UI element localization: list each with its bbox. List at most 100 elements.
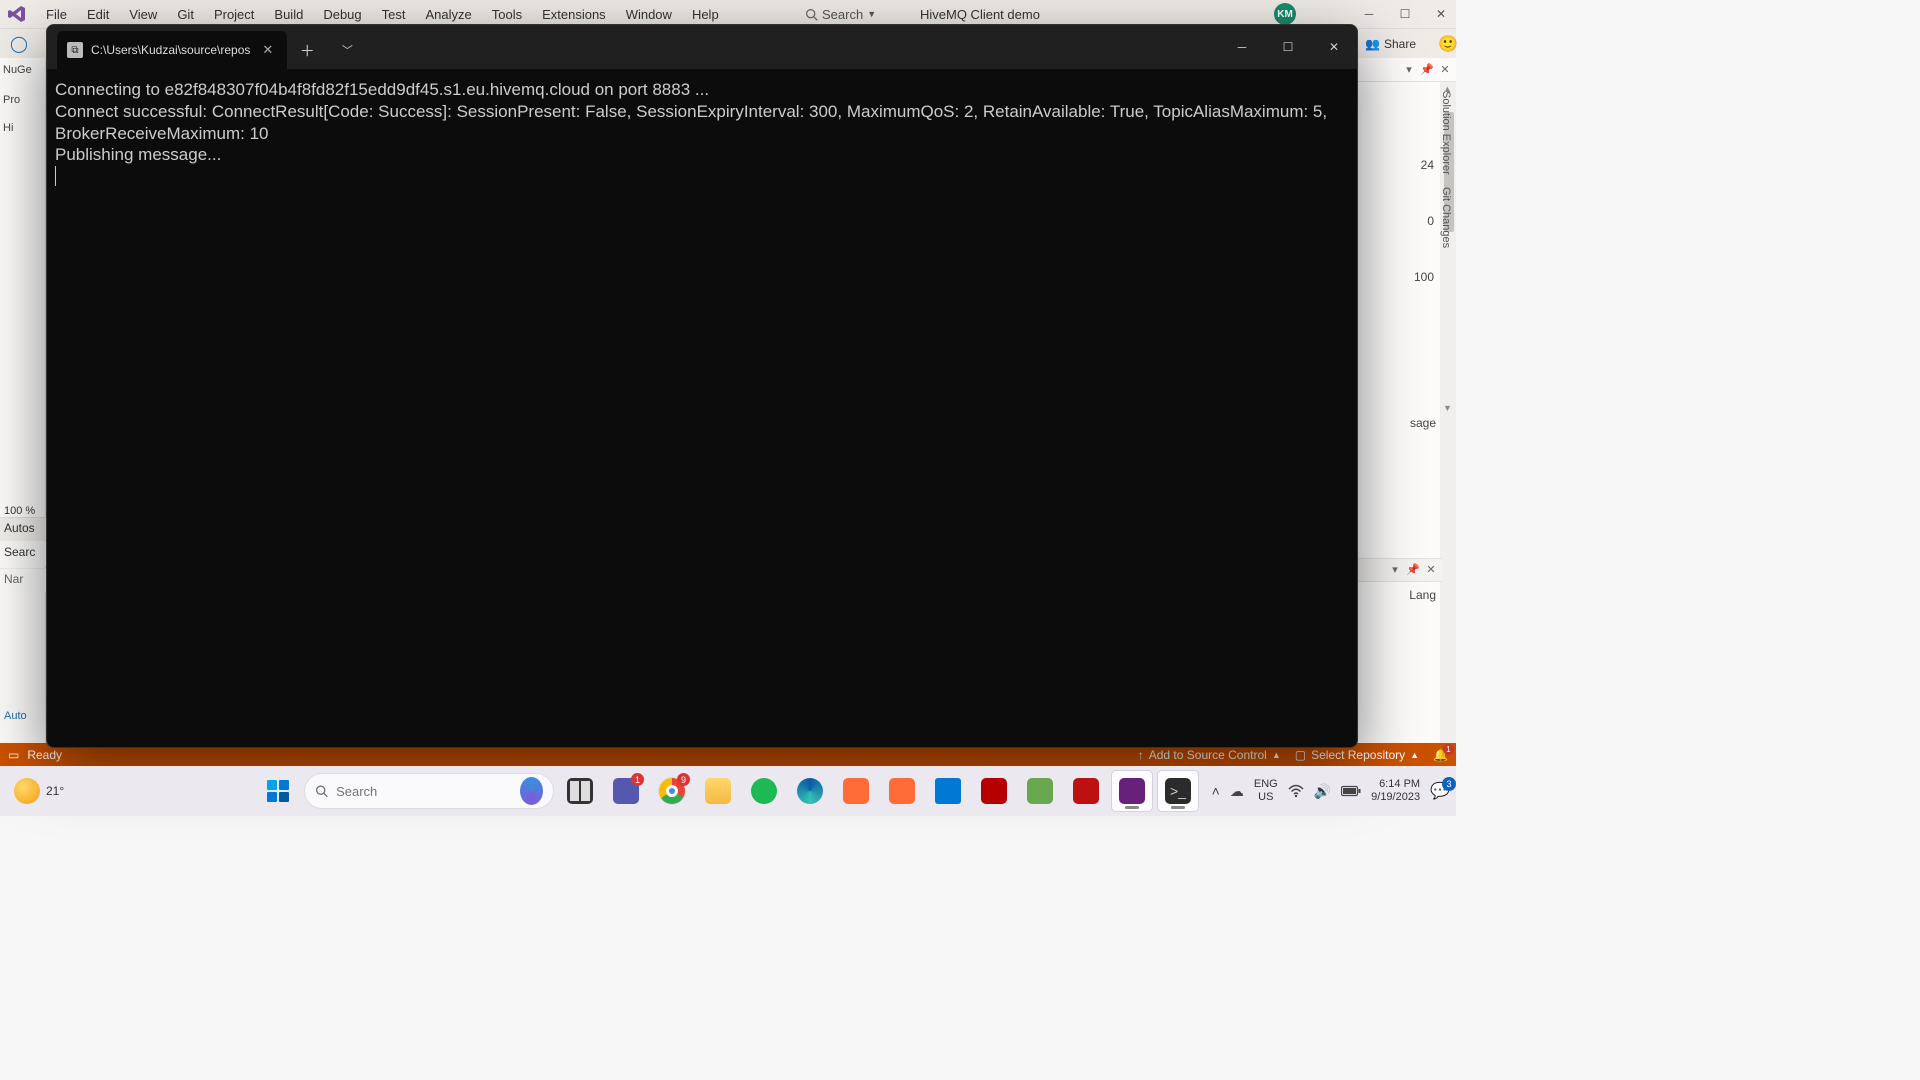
taskbar-search-input[interactable]: [336, 784, 512, 799]
task-view-button[interactable]: [560, 771, 600, 811]
new-tab-button[interactable]: ＋: [287, 31, 327, 69]
vs-close-button[interactable]: ✕: [1432, 7, 1450, 21]
program-tab[interactable]: Pro: [0, 88, 45, 112]
filezilla-icon: [981, 778, 1007, 804]
notification-count: 3: [1442, 777, 1456, 791]
terminal-tab[interactable]: ⧉ C:\Users\Kudzai\source\repos ✕: [57, 31, 287, 69]
volume-icon[interactable]: 🔊: [1314, 783, 1331, 800]
line-number: 0: [1427, 214, 1434, 228]
menu-project[interactable]: Project: [204, 5, 264, 24]
plus-up-icon: ↑: [1138, 748, 1144, 762]
panel2-pin-icon[interactable]: 📌: [1406, 563, 1420, 577]
menu-git[interactable]: Git: [167, 5, 204, 24]
edge-icon: [797, 778, 823, 804]
terminal-cursor: [55, 166, 56, 186]
notifications-bell-button[interactable]: 🔔 1: [1433, 748, 1448, 762]
wifi-icon[interactable]: [1288, 784, 1304, 798]
teams-badge: 1: [631, 773, 644, 786]
postman-app[interactable]: [836, 771, 876, 811]
side-tab-git-changes[interactable]: Git Changes: [1438, 181, 1454, 254]
terminal-close-button[interactable]: ✕: [1311, 25, 1357, 69]
menu-window[interactable]: Window: [616, 5, 682, 24]
tab-dropdown-button[interactable]: ﹀: [327, 31, 367, 69]
nuget-tab[interactable]: NuGe: [0, 58, 45, 82]
panel-fragment-sage: sage: [1410, 416, 1436, 430]
panel-pin-icon[interactable]: 📌: [1420, 63, 1434, 77]
share-icon: 👥: [1365, 37, 1380, 51]
menu-edit[interactable]: Edit: [77, 5, 119, 24]
spotify-app[interactable]: [744, 771, 784, 811]
line-number: 100: [1414, 270, 1434, 284]
panel2-dropdown-icon[interactable]: ▾: [1388, 563, 1402, 577]
menu-tools[interactable]: Tools: [482, 5, 532, 24]
nav-back-icon[interactable]: ◯: [10, 34, 28, 54]
vs-quick-search[interactable]: Search ▼: [805, 7, 876, 22]
windows-taskbar: 21° 1 9 >_ ˄ ☁ ENG US: [0, 766, 1456, 816]
menu-help[interactable]: Help: [682, 5, 729, 24]
add-source-control-button[interactable]: ↑ Add to Source Control ▲: [1138, 748, 1281, 762]
vs-window-title: HiveMQ Client demo: [920, 7, 1040, 22]
teams-app[interactable]: 1: [606, 771, 646, 811]
start-button[interactable]: [258, 771, 298, 811]
terminal-tab-title: C:\Users\Kudzai\source\repos: [91, 43, 250, 57]
vs-maximize-button[interactable]: ☐: [1396, 7, 1414, 21]
tab-close-icon[interactable]: ✕: [258, 40, 277, 60]
tray-overflow-button[interactable]: ˄: [1212, 783, 1220, 799]
vs-feedback-icon[interactable]: 🙂: [1438, 34, 1456, 54]
vs-left-gutter: NuGe Pro Hi 100 %: [0, 58, 46, 751]
app-2[interactable]: [882, 771, 922, 811]
menu-analyze[interactable]: Analyze: [415, 5, 481, 24]
panel2-close-icon[interactable]: ✕: [1424, 563, 1438, 577]
select-repository-button[interactable]: ▢ Select Repository ▲: [1295, 748, 1419, 762]
menu-debug[interactable]: Debug: [313, 5, 371, 24]
terminal-output[interactable]: Connecting to e82f848307f04b4f8fd82f15ed…: [47, 69, 1357, 747]
app-icon: [889, 778, 915, 804]
terminal-maximize-button[interactable]: ☐: [1265, 25, 1311, 69]
menu-file[interactable]: File: [36, 5, 77, 24]
explorer-app[interactable]: [698, 771, 738, 811]
status-output-icon[interactable]: ▭: [8, 748, 19, 762]
autos-tab-link[interactable]: Auto: [0, 708, 46, 728]
terminal-minimize-button[interactable]: ─: [1219, 25, 1265, 69]
repo-icon: ▢: [1295, 748, 1306, 762]
visual-studio-app[interactable]: [1112, 771, 1152, 811]
visualstudio-icon: [1119, 778, 1145, 804]
scroll-down-icon[interactable]: ▼: [1443, 403, 1452, 413]
hivemq-tab[interactable]: Hi: [0, 116, 45, 140]
menu-test[interactable]: Test: [372, 5, 416, 24]
search-label: Search: [822, 7, 863, 22]
vs-minimize-button[interactable]: ─: [1360, 7, 1378, 21]
spotify-icon: [751, 778, 777, 804]
taskbar-search[interactable]: [304, 773, 554, 809]
locals-search[interactable]: Searc: [0, 542, 46, 566]
vs-share-button[interactable]: 👥 Share: [1365, 37, 1416, 51]
copilot-icon[interactable]: [520, 777, 543, 805]
name-column-header: Nar: [0, 568, 46, 592]
vscode-app[interactable]: [928, 771, 968, 811]
onedrive-icon[interactable]: ☁: [1230, 783, 1244, 800]
autos-header[interactable]: Autos: [0, 517, 46, 541]
menu-build[interactable]: Build: [264, 5, 313, 24]
zoom-level[interactable]: 100 %: [4, 505, 35, 517]
menu-extensions[interactable]: Extensions: [532, 5, 616, 24]
vs-user-avatar[interactable]: KM: [1274, 3, 1296, 25]
notifications-button[interactable]: 💬 3: [1430, 781, 1450, 801]
side-tab-solution-explorer[interactable]: Solution Explorer: [1438, 85, 1454, 181]
folder-icon: [705, 778, 731, 804]
terminal-app[interactable]: >_: [1158, 771, 1198, 811]
filezilla-app[interactable]: [974, 771, 1014, 811]
caret-down-icon: ▼: [867, 9, 876, 19]
app-red[interactable]: [1066, 771, 1106, 811]
search-icon: [315, 783, 328, 799]
app-usb[interactable]: [1020, 771, 1060, 811]
chrome-app[interactable]: 9: [652, 771, 692, 811]
panel-dropdown-icon[interactable]: ▾: [1402, 63, 1416, 77]
battery-icon[interactable]: [1341, 785, 1361, 797]
language-switcher[interactable]: ENG US: [1254, 778, 1278, 803]
panel-close-icon[interactable]: ✕: [1438, 63, 1452, 77]
edge-app[interactable]: [790, 771, 830, 811]
terminal-titlebar[interactable]: ⧉ C:\Users\Kudzai\source\repos ✕ ＋ ﹀ ─ ☐…: [47, 25, 1357, 69]
menu-view[interactable]: View: [119, 5, 167, 24]
taskbar-weather-widget[interactable]: 21°: [6, 774, 72, 808]
taskbar-clock[interactable]: 6:14 PM 9/19/2023: [1371, 778, 1420, 803]
